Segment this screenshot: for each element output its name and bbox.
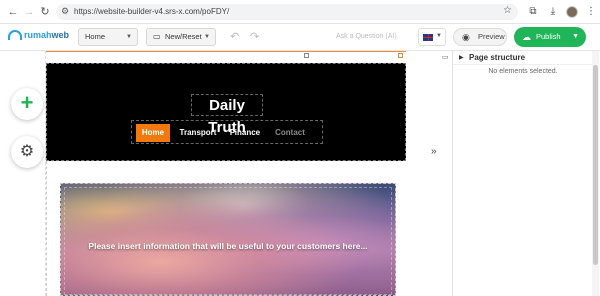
add-element-button[interactable]: +	[11, 88, 43, 120]
menu-item-transport[interactable]: Transport	[176, 124, 220, 142]
hero-message[interactable]: Please insert information that will be u…	[61, 241, 395, 251]
chevron-down-icon: ▼	[436, 33, 442, 39]
panel-empty-text: No elements selected.	[488, 68, 558, 75]
menu-item-finance[interactable]: Finance	[226, 124, 264, 142]
more-icon[interactable]: ⋮	[584, 5, 598, 19]
brand-prefix: rumah	[24, 30, 52, 40]
extensions-icon[interactable]: ⧉	[526, 5, 540, 19]
panel-header[interactable]: ▶ Page structure	[453, 51, 593, 65]
page-select[interactable]: Home ▼	[78, 28, 138, 46]
builder-toolbar: rumahweb Home ▼ ▭ New/Reset ▼ ↶ ↷ Ask a …	[0, 24, 600, 51]
uk-flag-icon	[423, 34, 433, 41]
menu-item-home[interactable]: Home	[136, 124, 170, 142]
site-menu[interactable]: Home Transport Finance Contact	[131, 120, 323, 144]
brand-logo: rumahweb	[8, 30, 69, 40]
panel-title: Page structure	[469, 53, 526, 62]
menu-item-contact[interactable]: Contact	[270, 124, 310, 142]
forward-icon[interactable]: →	[22, 5, 36, 19]
chevron-down-icon: ▼	[126, 34, 132, 40]
new-reset-label: New/Reset	[165, 32, 202, 41]
eye-icon: ◉	[462, 32, 470, 42]
left-tool-rail: + ⚙	[0, 51, 46, 296]
download-icon[interactable]: ⤓	[546, 5, 560, 19]
hero-image-block[interactable]: Please insert information that will be u…	[60, 183, 396, 296]
star-icon[interactable]: ☆	[503, 5, 512, 16]
plus-icon: +	[20, 90, 34, 115]
site-title[interactable]: Daily Truth	[191, 94, 263, 136]
language-select[interactable]: ▼	[418, 28, 446, 46]
url-text: https://website-builder-v4.srs-x.com/poF…	[74, 7, 230, 16]
editor-canvas[interactable]: Daily Truth Home Transport Finance Conta…	[46, 51, 406, 296]
back-icon[interactable]: ←	[6, 5, 20, 19]
address-bar[interactable]: ⚙ https://website-builder-v4.srs-x.com/p…	[56, 4, 518, 20]
browser-toolbar: ← → ↻ ⚙ https://website-builder-v4.srs-x…	[0, 0, 600, 24]
chevron-down-icon: ▼	[204, 34, 210, 40]
panel-toggle-icon[interactable]: ▭	[442, 53, 449, 61]
settings-button[interactable]: ⚙	[11, 136, 43, 168]
chevron-double-right-icon[interactable]: »	[431, 146, 437, 157]
avatar[interactable]	[566, 6, 578, 18]
chevron-down-icon[interactable]: ▼	[572, 27, 579, 47]
site-info-icon[interactable]: ⚙	[61, 6, 69, 17]
logo-mark-icon	[8, 30, 22, 40]
preview-label: Preview	[478, 32, 505, 41]
canvas-ruler	[46, 51, 406, 63]
page-select-value: Home	[85, 32, 106, 41]
header-section[interactable]: Daily Truth Home Transport Finance Conta…	[46, 63, 406, 161]
reload-icon[interactable]: ↻	[38, 5, 52, 19]
publish-button[interactable]: ☁ Publish ▼	[514, 27, 586, 47]
page-structure-panel: ▶ Page structure No elements selected.	[452, 51, 600, 296]
panel-scrollbar[interactable]	[592, 51, 599, 296]
section-marker-icon[interactable]	[304, 53, 309, 58]
caret-right-icon: ▶	[459, 55, 464, 61]
brand-suffix: web	[51, 30, 70, 40]
ask-question-button[interactable]: Ask a Question (AI)	[336, 29, 408, 45]
cloud-upload-icon: ☁	[522, 32, 531, 42]
content-section[interactable]: Please insert information that will be u…	[46, 161, 406, 296]
scrollbar-thumb[interactable]	[593, 65, 598, 265]
section-marker-icon[interactable]	[398, 53, 403, 58]
file-icon: ▭	[153, 32, 161, 41]
undo-icon[interactable]: ↶	[230, 30, 239, 43]
new-reset-select[interactable]: ▭ New/Reset ▼	[146, 28, 216, 46]
redo-icon[interactable]: ↷	[250, 30, 259, 43]
ask-question-label: Ask a Question (AI)	[336, 33, 397, 40]
preview-button[interactable]: ◉ Preview	[453, 28, 507, 46]
gear-icon: ⚙	[19, 143, 35, 160]
publish-label: Publish	[536, 32, 561, 41]
